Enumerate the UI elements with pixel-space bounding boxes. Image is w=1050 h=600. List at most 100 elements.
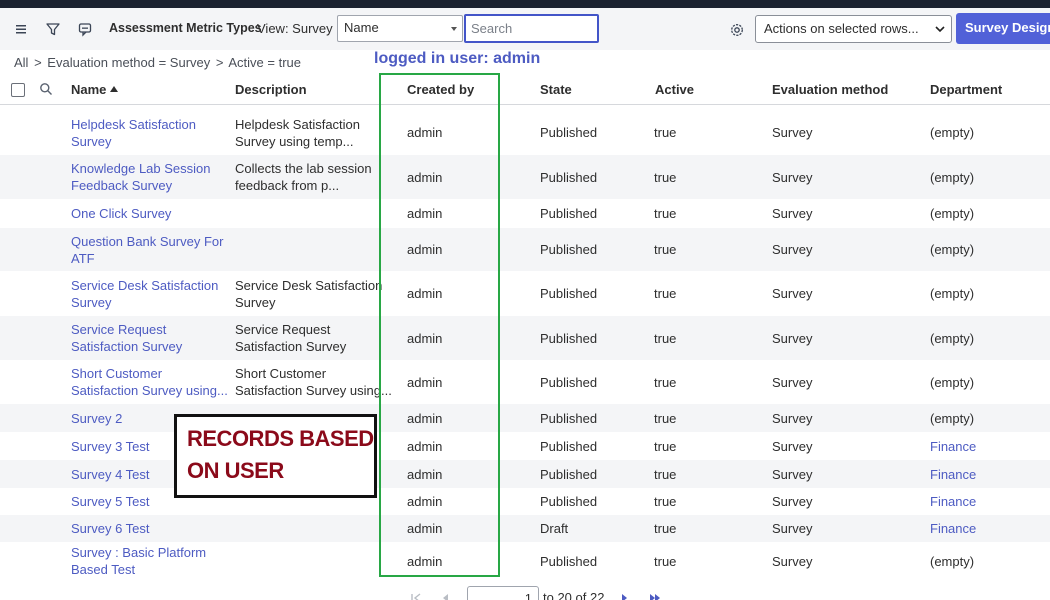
record-state: Published [540,286,598,301]
record-name-link[interactable]: Service Desk Satisfaction [71,277,218,294]
hamburger-menu-icon[interactable] [13,21,29,37]
record-name-link[interactable]: Survey 4 Test [71,466,150,483]
table-row[interactable]: Survey 3 Test admin Published true Survey Fin… [0,432,1050,460]
record-name-link-line2[interactable]: ATF [71,250,95,267]
breadcrumb-item-all[interactable]: All [14,55,28,70]
page-number-input[interactable]: 1 [467,586,539,600]
column-header-state[interactable]: State [540,82,572,97]
table-row[interactable]: Helpdesk Satisfaction Survey Helpdesk Sati… [0,110,1050,155]
record-name-link[interactable]: Service Request [71,321,166,338]
record-state: Published [540,411,598,426]
previous-page-icon[interactable] [440,593,452,600]
record-name-link-line2[interactable]: Satisfaction Survey [71,338,182,355]
record-state: Published [540,554,598,569]
table-row[interactable]: Survey 2 admin Published true Survey (empty) [0,404,1050,432]
table-row[interactable]: Short Customer Satisfaction Survey using.… [0,360,1050,404]
record-department: (empty) [930,331,975,346]
record-department: (empty) [930,375,975,390]
search-field-select[interactable]: Name [337,15,463,42]
record-description-line2: Survey using temp... [235,134,354,149]
table-row[interactable]: Survey 4 Test admin Published true Survey Fin… [0,460,1050,488]
record-evaluation-method: Survey [772,554,813,569]
record-state: Published [540,439,598,454]
record-active: true [654,286,677,301]
comment-icon[interactable] [77,21,93,37]
view-label[interactable]: View: Survey [257,21,333,36]
record-created-by: admin [407,331,443,346]
record-department[interactable]: Finance [930,520,976,537]
record-department[interactable]: Finance [930,493,976,510]
record-active: true [654,439,677,454]
column-header-evaluation-method[interactable]: Evaluation method [772,82,888,97]
column-header-created-by[interactable]: Created by [407,82,474,97]
record-created-by: admin [407,206,443,221]
actions-select[interactable]: Actions on selected rows... [755,15,952,43]
record-name-link[interactable]: Survey 5 Test [71,493,150,510]
breadcrumb-item-active[interactable]: Active = true [228,55,301,70]
table-row[interactable]: One Click Survey admin Published true Survey… [0,199,1050,228]
table-row[interactable]: Survey 5 Test admin Published true Survey Fin… [0,488,1050,515]
record-name-link[interactable]: Question Bank Survey For [71,233,223,250]
breadcrumb-item-method[interactable]: Evaluation method = Survey [47,55,210,70]
record-name-link-line2[interactable]: Feedback Survey [71,177,172,194]
record-active: true [654,125,677,140]
record-name-link[interactable]: One Click Survey [71,205,171,222]
record-active: true [654,521,677,536]
filter-icon[interactable] [45,21,61,37]
caret-down-icon [451,27,457,31]
logged-in-user-annotation: logged in user: admin [374,50,541,67]
record-active: true [654,170,677,185]
column-header-department[interactable]: Department [930,82,1002,97]
first-page-icon[interactable] [410,593,422,600]
record-evaluation-method: Survey [772,286,813,301]
table-row[interactable]: Service Request Satisfaction Survey Servic… [0,316,1050,360]
select-all-checkbox[interactable] [11,83,25,97]
record-name-link[interactable]: Survey : Basic Platform [71,544,206,561]
record-name-link[interactable]: Survey 6 Test [71,520,150,537]
table-row[interactable]: Survey : Basic Platform Based Test admin Pu… [0,542,1050,580]
record-created-by: admin [407,170,443,185]
column-header-name-label: Name [71,82,107,97]
record-evaluation-method: Survey [772,439,813,454]
record-description: Collects the lab session [235,161,372,176]
record-name-link[interactable]: Helpdesk Satisfaction [71,116,196,133]
table-row[interactable]: Question Bank Survey For ATF admin Publishe… [0,228,1050,271]
record-name-link-line2[interactable]: Survey [71,133,111,150]
column-header-active[interactable]: Active [655,82,694,97]
search-icon[interactable] [39,82,53,96]
record-created-by: admin [407,467,443,482]
record-description-line2: Survey [235,295,276,310]
record-name-link-line2[interactable]: Based Test [71,561,135,578]
record-department[interactable]: Finance [930,438,976,455]
record-active: true [654,554,677,569]
record-created-by: admin [407,375,443,390]
record-evaluation-method: Survey [772,494,813,509]
record-name-link[interactable]: Short Customer [71,365,162,382]
gear-icon[interactable] [729,22,745,38]
last-page-icon[interactable] [648,593,660,600]
survey-designer-button[interactable]: Survey Designer [956,13,1050,44]
record-state: Published [540,170,598,185]
column-header-description[interactable]: Description [235,82,307,97]
search-input[interactable] [464,14,599,43]
record-active: true [654,331,677,346]
record-created-by: admin [407,554,443,569]
record-department[interactable]: Finance [930,466,976,483]
column-header-name[interactable]: Name [71,82,119,97]
table-row[interactable]: Survey 6 Test admin Draft true Survey Finance [0,515,1050,542]
record-name-link[interactable]: Knowledge Lab Session [71,160,211,177]
record-name-link-line2[interactable]: Satisfaction Survey using... [71,382,228,399]
record-name-link-line2[interactable]: Survey [71,294,111,311]
record-evaluation-method: Survey [772,170,813,185]
record-department: (empty) [930,206,975,221]
record-name-link[interactable]: Survey 2 [71,410,122,427]
record-name-link[interactable]: Survey 3 Test [71,438,150,455]
record-created-by: admin [407,439,443,454]
record-active: true [654,375,677,390]
next-page-icon[interactable] [618,593,630,600]
top-strip [0,0,1050,8]
table-row[interactable]: Knowledge Lab Session Feedback Survey Coll… [0,155,1050,199]
record-department: (empty) [930,554,975,569]
table-row[interactable]: Service Desk Satisfaction Survey Service D… [0,271,1050,316]
record-state: Published [540,467,598,482]
